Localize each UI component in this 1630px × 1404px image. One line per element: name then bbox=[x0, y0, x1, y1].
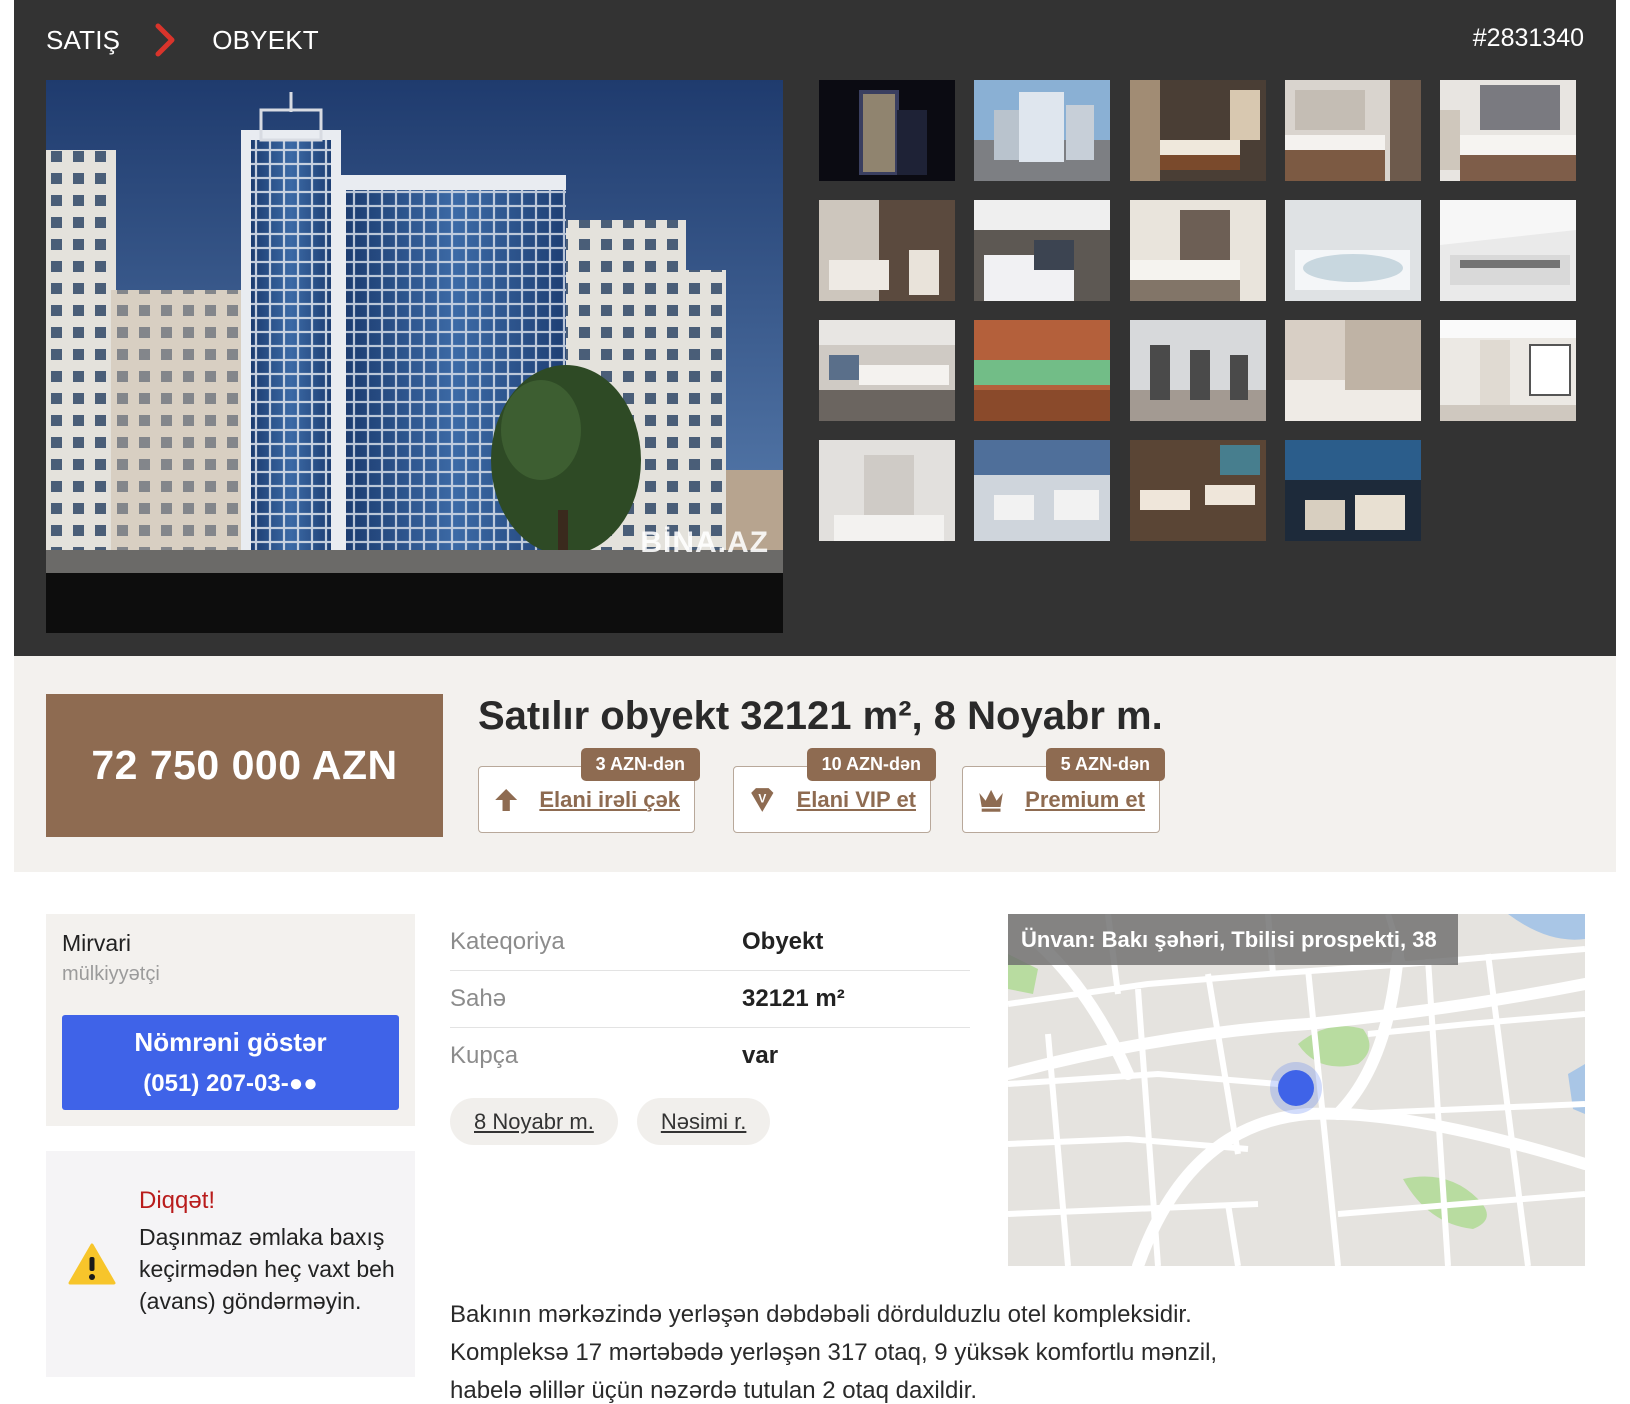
warning-text: Daşınmaz əmlaka baxış keçirmədən heç vax… bbox=[139, 1224, 395, 1314]
crown-icon bbox=[979, 789, 1003, 812]
thumbnail[interactable] bbox=[974, 440, 1110, 541]
thumbnail[interactable] bbox=[974, 80, 1110, 181]
show-phone-button[interactable]: Nömrəni göstər (051) 207-03-●● bbox=[62, 1015, 399, 1110]
property-params: Kateqoriya Obyekt Sahə 32121 m² Kupça va… bbox=[450, 914, 970, 1085]
breadcrumb-item-object[interactable]: OBYEKT bbox=[212, 25, 319, 56]
param-value: Obyekt bbox=[742, 928, 824, 955]
chevron-right-icon bbox=[155, 23, 175, 57]
chip-metro-station[interactable]: 8 Noyabr m. bbox=[450, 1098, 618, 1145]
param-key: Sahə bbox=[450, 985, 507, 1012]
phone-masked: (051) 207-03-●● bbox=[143, 1070, 318, 1097]
thumbnail[interactable] bbox=[1130, 200, 1266, 301]
bump-listing-price-tag: 3 AZN-dən bbox=[580, 748, 700, 781]
param-key: Kupça bbox=[450, 1042, 519, 1069]
map-address-label: Ünvan: Bakı şəhəri, Tbilisi prospekti, 3… bbox=[1008, 914, 1458, 965]
svg-text:V: V bbox=[758, 791, 766, 805]
listing-title: Satılır obyekt 32121 m², 8 Noyabr m. bbox=[478, 694, 1163, 738]
listing-id: #2831340 bbox=[1472, 24, 1584, 52]
thumbnail[interactable] bbox=[1285, 440, 1421, 541]
thumbnail[interactable] bbox=[1440, 80, 1576, 181]
thumbnail[interactable] bbox=[819, 80, 955, 181]
vip-listing-button[interactable]: V Elani VIP et 10 AZN-dən bbox=[733, 748, 936, 833]
breadcrumb-item-sale[interactable]: SATIŞ bbox=[46, 25, 120, 56]
thumbnail[interactable] bbox=[1285, 80, 1421, 181]
premium-listing-button[interactable]: Premium et 5 AZN-dən bbox=[962, 748, 1165, 833]
param-value: var bbox=[742, 1042, 779, 1069]
warning-card: Diqqət! Daşınmaz əmlaka baxış keçirmədən… bbox=[46, 1151, 415, 1377]
vip-listing-price-tag: 10 AZN-dən bbox=[806, 748, 936, 781]
warning-title: Diqqət! bbox=[139, 1187, 216, 1214]
warning-icon bbox=[68, 1243, 116, 1285]
thumbnail[interactable] bbox=[1130, 80, 1266, 181]
premium-listing-price-tag: 5 AZN-dən bbox=[1045, 748, 1165, 781]
breadcrumb: SATIŞ OBYEKT bbox=[46, 22, 319, 58]
watermark-logo: BİNA.AZ bbox=[640, 526, 769, 559]
price-title-band: 72 750 000 AZN Satılır obyekt 32121 m², … bbox=[14, 656, 1616, 872]
thumbnail[interactable] bbox=[1130, 320, 1266, 421]
vip-listing-label: Elani VIP et bbox=[796, 786, 916, 812]
owner-role: mülkiyyətçi bbox=[62, 963, 160, 985]
thumbnail[interactable] bbox=[1130, 440, 1266, 541]
thumbnail[interactable] bbox=[819, 320, 955, 421]
thumbnail[interactable] bbox=[1440, 200, 1576, 301]
location-map[interactable]: Ünvan: Bakı şəhəri, Tbilisi prospekti, 3… bbox=[1008, 914, 1585, 1266]
thumbnail[interactable] bbox=[1440, 320, 1576, 421]
thumbnail[interactable] bbox=[1285, 200, 1421, 301]
price: 72 750 000 AZN bbox=[46, 694, 443, 837]
arrow-up-icon bbox=[495, 788, 518, 811]
thumbnail[interactable] bbox=[974, 200, 1110, 301]
map-canvas bbox=[1008, 914, 1585, 1266]
vip-diamond-icon: V bbox=[751, 787, 774, 812]
thumbnail[interactable] bbox=[974, 320, 1110, 421]
bump-listing-label: Elani irəli çək bbox=[539, 786, 680, 812]
owner-card: Mirvari mülkiyyətçi Nömrəni göstər (051)… bbox=[46, 914, 415, 1126]
owner-name: Mirvari bbox=[62, 930, 131, 956]
bump-listing-button[interactable]: Elani irəli çək 3 AZN-dən bbox=[478, 748, 700, 833]
param-value: 32121 m² bbox=[742, 985, 845, 1012]
param-row: Kateqoriya Obyekt bbox=[450, 914, 970, 971]
show-phone-label: Nömrəni göstər bbox=[134, 1027, 327, 1057]
thumbnail[interactable] bbox=[819, 200, 955, 301]
premium-listing-label: Premium et bbox=[1025, 786, 1145, 812]
chip-district[interactable]: Nəsimi r. bbox=[636, 1098, 771, 1145]
main-photo[interactable]: BİNA.AZ bbox=[46, 80, 783, 633]
thumbnail[interactable] bbox=[1285, 320, 1421, 421]
location-chips: 8 Noyabr m. Nəsimi r. bbox=[450, 1098, 789, 1145]
gallery-section: SATIŞ OBYEKT #2831340 BİNA.AZ bbox=[14, 0, 1616, 656]
param-row: Sahə 32121 m² bbox=[450, 971, 970, 1028]
param-key: Kateqoriya bbox=[450, 928, 565, 955]
thumbnail[interactable] bbox=[819, 440, 955, 541]
param-row: Kupça var bbox=[450, 1028, 970, 1085]
listing-description: Bakının mərkəzində yerləşən dəbdəbəli dö… bbox=[450, 1301, 1218, 1404]
